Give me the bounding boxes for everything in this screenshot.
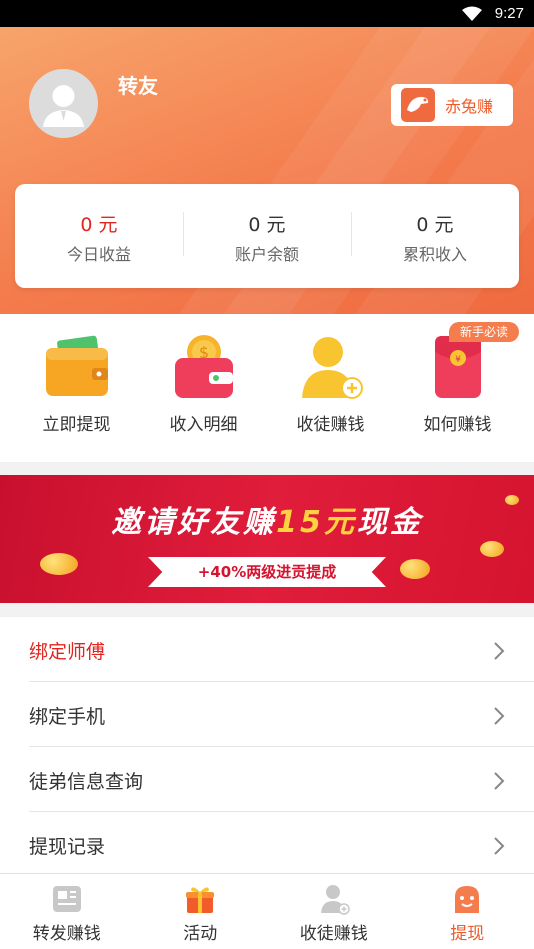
add-person-icon: [301, 337, 363, 399]
stat-account-balance[interactable]: 0 元 账户余额: [183, 184, 351, 288]
chevron-right-icon: [494, 772, 505, 790]
stats-card: 0 元 今日收益 0 元 账户余额 0 元 累积收入: [15, 184, 519, 288]
chevron-right-icon: [494, 837, 505, 855]
mascot-icon: [455, 886, 480, 913]
menu-item-label: 徒弟信息查询: [29, 771, 144, 793]
stat-today-income[interactable]: 0 元 今日收益: [15, 184, 183, 288]
stat-value: 0 元: [80, 214, 118, 236]
stat-value: 0 元: [416, 214, 454, 236]
brand-logo-icon: [401, 88, 435, 122]
menu-item-label: 绑定手机: [29, 706, 106, 728]
article-icon: [52, 886, 81, 912]
bottom-tab-bar: 转发赚钱 活动 收徒赚钱 提现: [0, 873, 534, 949]
tab-activity[interactable]: 活动: [134, 874, 268, 949]
svg-text:¥: ¥: [455, 355, 461, 365]
wifi-icon: [462, 6, 482, 21]
profile-header: 转友 赤兔赚 0 元 今日收益 0 元 账户余额 0 元 累积收入: [0, 27, 534, 314]
red-envelope-icon: ¥: [434, 336, 481, 398]
brand-name: 赤兔赚: [445, 97, 494, 116]
menu-item-bind-phone[interactable]: 绑定手机: [29, 682, 534, 747]
person-icon: [320, 885, 350, 915]
tab-withdraw[interactable]: 提现: [401, 874, 534, 949]
stat-value: 0 元: [248, 214, 286, 236]
username: 转友: [118, 74, 158, 98]
tab-recruit-earn[interactable]: 收徒赚钱: [267, 874, 401, 949]
avatar[interactable]: [29, 69, 98, 138]
stat-total-income[interactable]: 0 元 累积收入: [351, 184, 519, 288]
tab-label: 收徒赚钱: [299, 924, 368, 944]
menu-item-apprentice-info[interactable]: 徒弟信息查询: [29, 747, 534, 812]
tab-label: 活动: [183, 924, 218, 944]
menu-item-bind-master[interactable]: 绑定师傅: [29, 617, 534, 682]
quick-action-withdraw[interactable]: 立即提现: [13, 314, 140, 462]
menu-item-label: 提现记录: [29, 836, 106, 858]
stat-label: 今日收益: [66, 245, 131, 264]
quick-action-income-details[interactable]: $ 收入明细: [140, 314, 267, 462]
invite-banner[interactable]: 邀请好友赚15元现金 +40%两级进贡提成: [0, 475, 534, 603]
wallet-icon: [45, 335, 108, 396]
banner-subtitle: +40%两级进贡提成: [148, 557, 386, 587]
chevron-right-icon: [494, 707, 505, 725]
tab-label: 转发赚钱: [32, 924, 101, 944]
new-user-badge: 新手必读: [449, 322, 519, 342]
stat-label: 账户余额: [234, 245, 299, 264]
tab-share-earn[interactable]: 转发赚钱: [0, 874, 134, 949]
gift-icon: [186, 887, 215, 913]
quick-action-label: 收徒赚钱: [296, 415, 365, 435]
quick-action-label: 收入明细: [169, 415, 238, 435]
menu-item-label: 绑定师傅: [29, 641, 106, 663]
status-bar: 9:27: [0, 0, 534, 27]
quick-action-recruit[interactable]: 收徒赚钱: [267, 314, 394, 462]
quick-action-label: 如何赚钱: [423, 415, 492, 435]
stat-label: 累积收入: [402, 245, 467, 264]
brand-badge[interactable]: 赤兔赚: [391, 84, 513, 126]
banner-title: 邀请好友赚15元现金: [111, 505, 423, 540]
settings-menu: 绑定师傅 绑定手机 徒弟信息查询 提现记录: [0, 617, 534, 877]
status-time: 9:27: [494, 5, 524, 22]
quick-action-label: 立即提现: [42, 415, 111, 435]
tab-label: 提现: [450, 924, 485, 944]
user-avatar-icon: [43, 85, 84, 127]
chevron-right-icon: [494, 642, 505, 660]
menu-item-withdraw-records[interactable]: 提现记录: [29, 812, 534, 877]
coin-purse-icon: $: [174, 335, 233, 398]
